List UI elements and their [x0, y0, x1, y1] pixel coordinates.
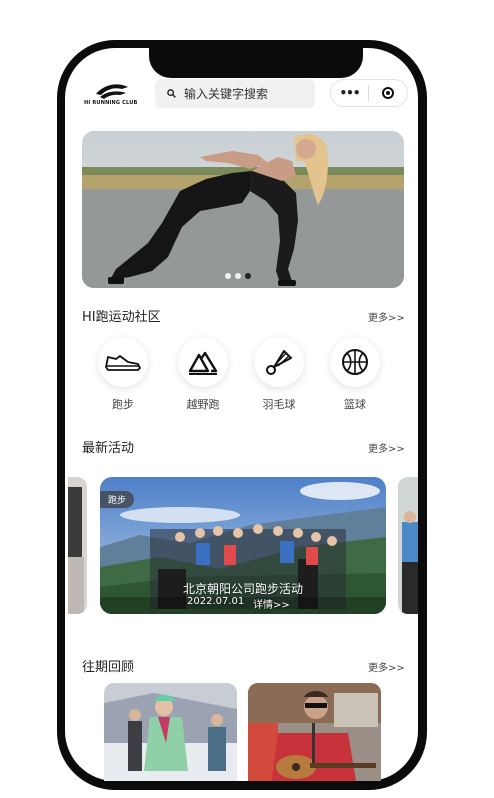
activities-more-link[interactable]: 更多>>	[368, 440, 405, 455]
activity-category-tag: 跑步	[100, 491, 135, 508]
pagination-dot[interactable]	[225, 273, 231, 279]
category-label: 跑步	[112, 398, 134, 411]
search-icon	[167, 89, 176, 98]
shuttlecock-icon	[266, 350, 292, 375]
category-badminton-circle	[254, 337, 304, 387]
review-section-title: 往期回顾	[82, 660, 135, 675]
close-miniprogram-button[interactable]	[369, 87, 406, 99]
activities-section-title: 最新活动	[82, 441, 135, 456]
community-more-link[interactable]: 更多>>	[368, 309, 405, 324]
review-image-guitar[interactable]	[248, 683, 381, 781]
category-running[interactable]: 跑步	[93, 337, 153, 412]
phone-notch	[149, 47, 363, 78]
more-menu-button[interactable]: •••	[331, 86, 368, 100]
category-running-circle	[98, 337, 148, 387]
review-more-link[interactable]: 更多>>	[368, 659, 405, 674]
pagination-dot[interactable]	[235, 273, 241, 279]
miniprogram-capsule: •••	[330, 79, 408, 107]
activity-card-prev[interactable]	[68, 477, 87, 614]
pagination-dot-active[interactable]	[245, 273, 251, 279]
community-section-title: HI跑运动社区	[82, 310, 161, 325]
logo-text: HI RUNNING CLUB	[84, 100, 138, 106]
review-image-winter[interactable]	[104, 683, 237, 781]
mountain-icon	[188, 351, 218, 375]
activity-date: 2022.07.01	[187, 596, 245, 607]
category-basketball-circle	[330, 337, 380, 387]
category-label: 羽毛球	[262, 398, 296, 411]
activity-title: 北京朝阳公司跑步活动	[182, 582, 303, 596]
target-icon	[381, 87, 394, 99]
banner-pagination	[225, 273, 251, 279]
banner-image[interactable]	[82, 131, 404, 288]
category-label: 越野跑	[186, 398, 220, 411]
running-shoe-icon	[105, 355, 141, 371]
activity-card-next[interactable]	[398, 477, 418, 614]
category-trail-running[interactable]: 越野跑	[173, 337, 233, 412]
search-input[interactable]: 输入关键字搜索	[155, 79, 315, 108]
search-placeholder: 输入关键字搜索	[184, 87, 269, 101]
category-label: 篮球	[344, 398, 366, 411]
basketball-icon	[342, 349, 368, 375]
category-badminton[interactable]: 羽毛球	[249, 337, 309, 412]
category-basketball[interactable]: 篮球	[325, 337, 385, 412]
activity-detail-link[interactable]: 详情>>	[253, 596, 290, 611]
category-trail-circle	[178, 337, 228, 387]
